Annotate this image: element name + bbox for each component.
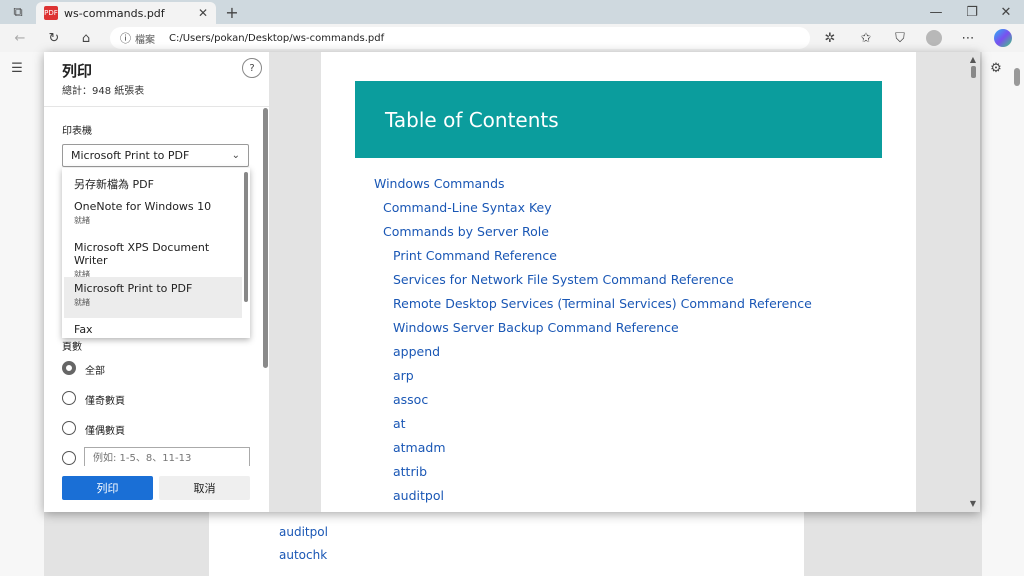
refresh-icon[interactable]: ↻: [46, 30, 62, 46]
extensions-icon[interactable]: ✲: [822, 30, 838, 46]
printer-option-fax[interactable]: Fax: [64, 323, 242, 336]
printer-option-onenote[interactable]: OneNote for Windows 10 就緒: [64, 200, 242, 226]
printer-option-save-pdf[interactable]: 另存新檔為 PDF: [64, 176, 242, 192]
restore-icon[interactable]: ❐: [964, 4, 980, 20]
toc-item[interactable]: Remote Desktop Services (Terminal Servic…: [393, 296, 812, 311]
more-menu-icon[interactable]: ⋯: [960, 30, 976, 46]
home-icon[interactable]: ⌂: [78, 30, 94, 46]
toc-item[interactable]: atmadm: [393, 440, 446, 455]
tab-bar: ⧉ PDF ws-commands.pdf ✕ + — ❐ ✕: [0, 0, 1024, 24]
copilot-icon[interactable]: [994, 29, 1012, 47]
scroll-up-icon[interactable]: ▲: [968, 54, 978, 64]
bg-link-autochk[interactable]: autochk: [279, 548, 327, 562]
address-scheme-label: 檔案: [135, 34, 155, 46]
toc-item[interactable]: assoc: [393, 392, 428, 407]
divider: [44, 106, 269, 107]
printer-option-name: Microsoft XPS Document Writer: [74, 241, 210, 267]
preview-scrollbar[interactable]: [971, 66, 976, 78]
toc-item[interactable]: Windows Commands: [374, 176, 505, 191]
tab-title: ws-commands.pdf: [64, 6, 165, 20]
print-settings-panel: 列印 總計：948 紙張表 ? 印表機 Microsoft Print to P…: [44, 52, 269, 512]
pdf-left-toolbar: ☰: [0, 52, 44, 576]
printer-select-value: Microsoft Print to PDF: [71, 149, 190, 162]
toc-banner: Table of Contents: [355, 81, 882, 158]
scroll-down-icon[interactable]: ▼: [968, 498, 978, 508]
radio-all-label: 全部: [85, 366, 105, 377]
radio-all-pages[interactable]: [62, 361, 76, 375]
close-tab-icon[interactable]: ✕: [198, 6, 208, 20]
chevron-down-icon: ⌄: [231, 150, 240, 161]
printer-option-name: Microsoft Print to PDF: [74, 282, 193, 295]
minimize-icon[interactable]: —: [928, 4, 944, 20]
printer-select[interactable]: Microsoft Print to PDF ⌄: [62, 144, 249, 167]
toc-item[interactable]: Windows Server Backup Command Reference: [393, 320, 679, 335]
toc-item[interactable]: Command-Line Syntax Key: [383, 200, 552, 215]
radio-odd-label: 僅奇數頁: [85, 396, 125, 407]
printer-option-status: 就緒: [74, 298, 90, 307]
printer-dropdown: 另存新檔為 PDF OneNote for Windows 10 就緒 Micr…: [62, 168, 250, 338]
tab-pdf[interactable]: PDF ws-commands.pdf ✕: [36, 2, 216, 24]
dropdown-scrollbar[interactable]: [244, 172, 248, 302]
radio-even-pages[interactable]: [62, 421, 76, 435]
profile-avatar[interactable]: [926, 30, 942, 46]
print-dialog: 列印 總計：948 紙張表 ? 印表機 Microsoft Print to P…: [44, 52, 980, 512]
address-bar[interactable]: ⓘ 檔案 C:/Users/pokan/Desktop/ws-commands.…: [110, 27, 810, 49]
toc-item[interactable]: Services for Network File System Command…: [393, 272, 734, 287]
panel-scrollbar[interactable]: [263, 108, 268, 368]
info-icon: ⓘ: [120, 32, 131, 45]
radio-custom-pages[interactable]: [62, 451, 76, 465]
printer-option-name: Fax: [74, 323, 93, 336]
pdf-page-background: auditpol autochk: [209, 505, 804, 576]
print-title: 列印: [62, 62, 93, 80]
toc-item[interactable]: arp: [393, 368, 414, 383]
address-text: C:/Users/pokan/Desktop/ws-commands.pdf: [169, 32, 385, 44]
pdf-icon: PDF: [44, 6, 58, 20]
preview-page: Table of Contents Windows Commands Comma…: [321, 52, 916, 512]
new-tab-icon[interactable]: +: [222, 2, 242, 22]
printer-label: 印表機: [62, 126, 92, 137]
toc-item[interactable]: attrib: [393, 464, 427, 479]
printer-option-xps[interactable]: Microsoft XPS Document Writer 就緒: [64, 241, 242, 280]
settings-gear-icon[interactable]: ⚙: [988, 60, 1004, 76]
radio-even-label: 僅偶數頁: [85, 426, 125, 437]
bg-link-auditpol[interactable]: auditpol: [279, 525, 328, 539]
radio-odd-pages[interactable]: [62, 391, 76, 405]
printer-option-status: 就緒: [74, 216, 90, 225]
sheet-total: 總計：948 紙張表: [62, 86, 145, 97]
print-preview: Table of Contents Windows Commands Comma…: [269, 52, 980, 512]
back-icon[interactable]: ←: [12, 30, 28, 46]
printer-option-name: OneNote for Windows 10: [74, 200, 212, 213]
viewer-scrollbar[interactable]: [1014, 68, 1020, 86]
browser-essentials-icon[interactable]: ⛉: [892, 30, 908, 46]
pdf-right-toolbar: ⚙: [982, 52, 1024, 576]
printer-option-print-to-pdf[interactable]: Microsoft Print to PDF 就緒: [64, 277, 242, 318]
pages-label: 頁數: [62, 342, 82, 353]
printer-option-name: 另存新檔為 PDF: [74, 178, 154, 191]
toc-item[interactable]: auditpol: [393, 488, 444, 503]
cancel-button[interactable]: 取消: [159, 476, 250, 500]
toc-item[interactable]: append: [393, 344, 440, 359]
print-button[interactable]: 列印: [62, 476, 153, 500]
toc-item[interactable]: Commands by Server Role: [383, 224, 549, 239]
toc-item[interactable]: at: [393, 416, 406, 431]
workspaces-icon[interactable]: ⧉: [8, 4, 28, 20]
toc-item[interactable]: Print Command Reference: [393, 248, 557, 263]
contents-list-icon[interactable]: ☰: [8, 60, 26, 76]
favorites-icon[interactable]: ✩: [858, 30, 874, 46]
close-window-icon[interactable]: ✕: [998, 4, 1014, 20]
help-icon[interactable]: ?: [242, 58, 262, 78]
